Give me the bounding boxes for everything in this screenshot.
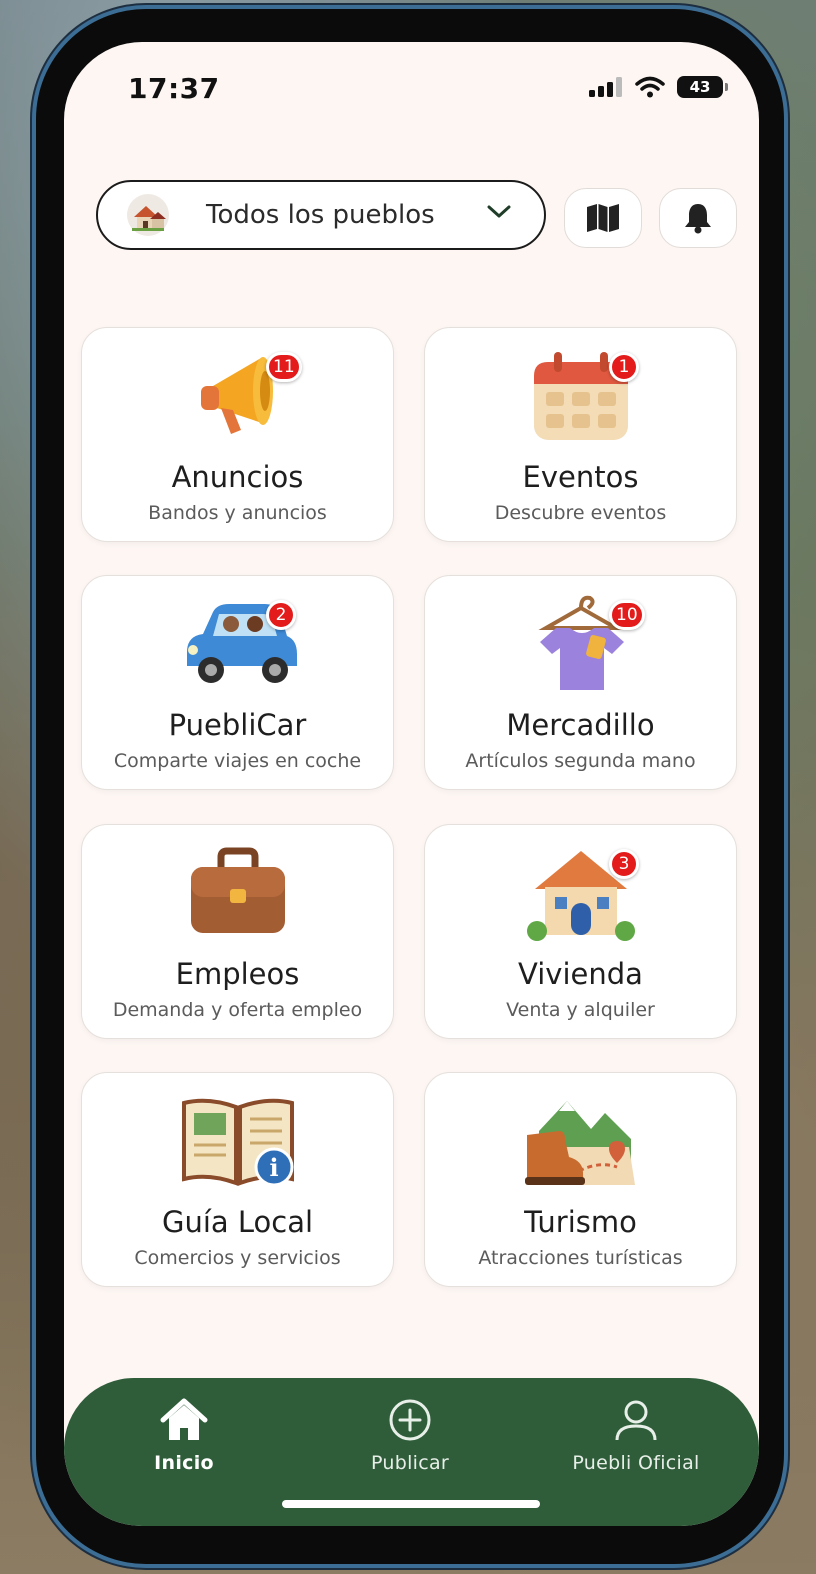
status-time: 17:37 <box>128 72 220 105</box>
guide-book-icon: i <box>181 1091 294 1191</box>
card-subtitle: Artículos segunda mano <box>465 750 696 772</box>
bell-icon <box>685 204 711 234</box>
card-title: Guía Local <box>161 1205 314 1239</box>
map-icon <box>587 204 619 232</box>
notifications-button[interactable] <box>659 188 737 248</box>
card-turismo[interactable]: Turismo Atracciones turísticas <box>424 1072 737 1287</box>
town-selector-label: Todos los pueblos <box>206 200 435 230</box>
nav-item-inicio[interactable]: Inicio <box>94 1398 274 1474</box>
card-guia-local[interactable]: i Guía Local Comercios y servicios <box>81 1072 394 1287</box>
card-subtitle: Demanda y oferta empleo <box>112 999 363 1021</box>
notification-badge: 1 <box>609 352 639 382</box>
app-screen: 17:37 43 Todos los pueblos 11 Anuncios B… <box>64 42 759 1526</box>
card-anuncios[interactable]: 11 Anuncios Bandos y anuncios <box>81 327 394 542</box>
home-icon <box>160 1398 208 1440</box>
card-subtitle: Comparte viajes en coche <box>113 750 362 772</box>
card-eventos[interactable]: 1 Eventos Descubre eventos <box>424 327 737 542</box>
nav-item-publicar[interactable]: Publicar <box>320 1398 500 1474</box>
card-subtitle: Comercios y servicios <box>134 1247 341 1269</box>
bottom-nav: Inicio Publicar Puebli Oficial <box>64 1378 759 1526</box>
map-button[interactable] <box>564 188 642 248</box>
status-bar: 17:37 43 <box>64 42 759 132</box>
nav-label: Publicar <box>370 1452 450 1474</box>
card-title: Empleos <box>175 957 300 991</box>
notification-badge: 2 <box>266 600 296 630</box>
chevron-down-icon <box>487 205 511 218</box>
plus-circle-icon <box>389 1399 431 1441</box>
nav-label: Inicio <box>154 1452 214 1474</box>
notification-badge: 10 <box>609 600 645 630</box>
card-empleos[interactable]: Empleos Demanda y oferta empleo <box>81 824 394 1039</box>
card-title: Turismo <box>524 1205 637 1239</box>
card-subtitle: Atracciones turísticas <box>478 1247 683 1269</box>
user-icon <box>615 1400 657 1441</box>
svg-text:i: i <box>269 1153 278 1182</box>
status-icons: 43 <box>589 76 728 98</box>
card-subtitle: Venta y alquiler <box>506 999 655 1021</box>
card-mercadillo[interactable]: 10 Mercadillo Artículos segunda mano <box>424 575 737 790</box>
card-title: Eventos <box>522 460 639 494</box>
card-subtitle: Descubre eventos <box>494 502 667 524</box>
home-indicator[interactable] <box>282 1500 540 1508</box>
top-bar: Todos los pueblos <box>96 180 737 254</box>
notification-badge: 11 <box>266 352 302 382</box>
card-vivienda[interactable]: 3 Vivienda Venta y alquiler <box>424 824 737 1039</box>
nav-item-puebli-oficial[interactable]: Puebli Oficial <box>546 1398 726 1474</box>
town-selector[interactable]: Todos los pueblos <box>96 180 546 250</box>
nav-label: Puebli Oficial <box>572 1452 700 1474</box>
briefcase-icon <box>183 843 293 943</box>
notification-badge: 3 <box>609 849 639 879</box>
card-subtitle: Bandos y anuncios <box>148 502 327 524</box>
battery-icon: 43 <box>677 76 728 98</box>
hiking-boot-icon <box>524 1091 636 1191</box>
card-title: PuebliCar <box>168 708 307 742</box>
card-pueblicar[interactable]: 2 PuebliCar Comparte viajes en coche <box>81 575 394 790</box>
signal-icon <box>589 77 622 97</box>
card-title: Mercadillo <box>506 708 655 742</box>
town-house-icon <box>126 193 170 237</box>
card-title: Vivienda <box>518 957 643 991</box>
wifi-icon <box>635 76 665 98</box>
card-title: Anuncios <box>171 460 304 494</box>
